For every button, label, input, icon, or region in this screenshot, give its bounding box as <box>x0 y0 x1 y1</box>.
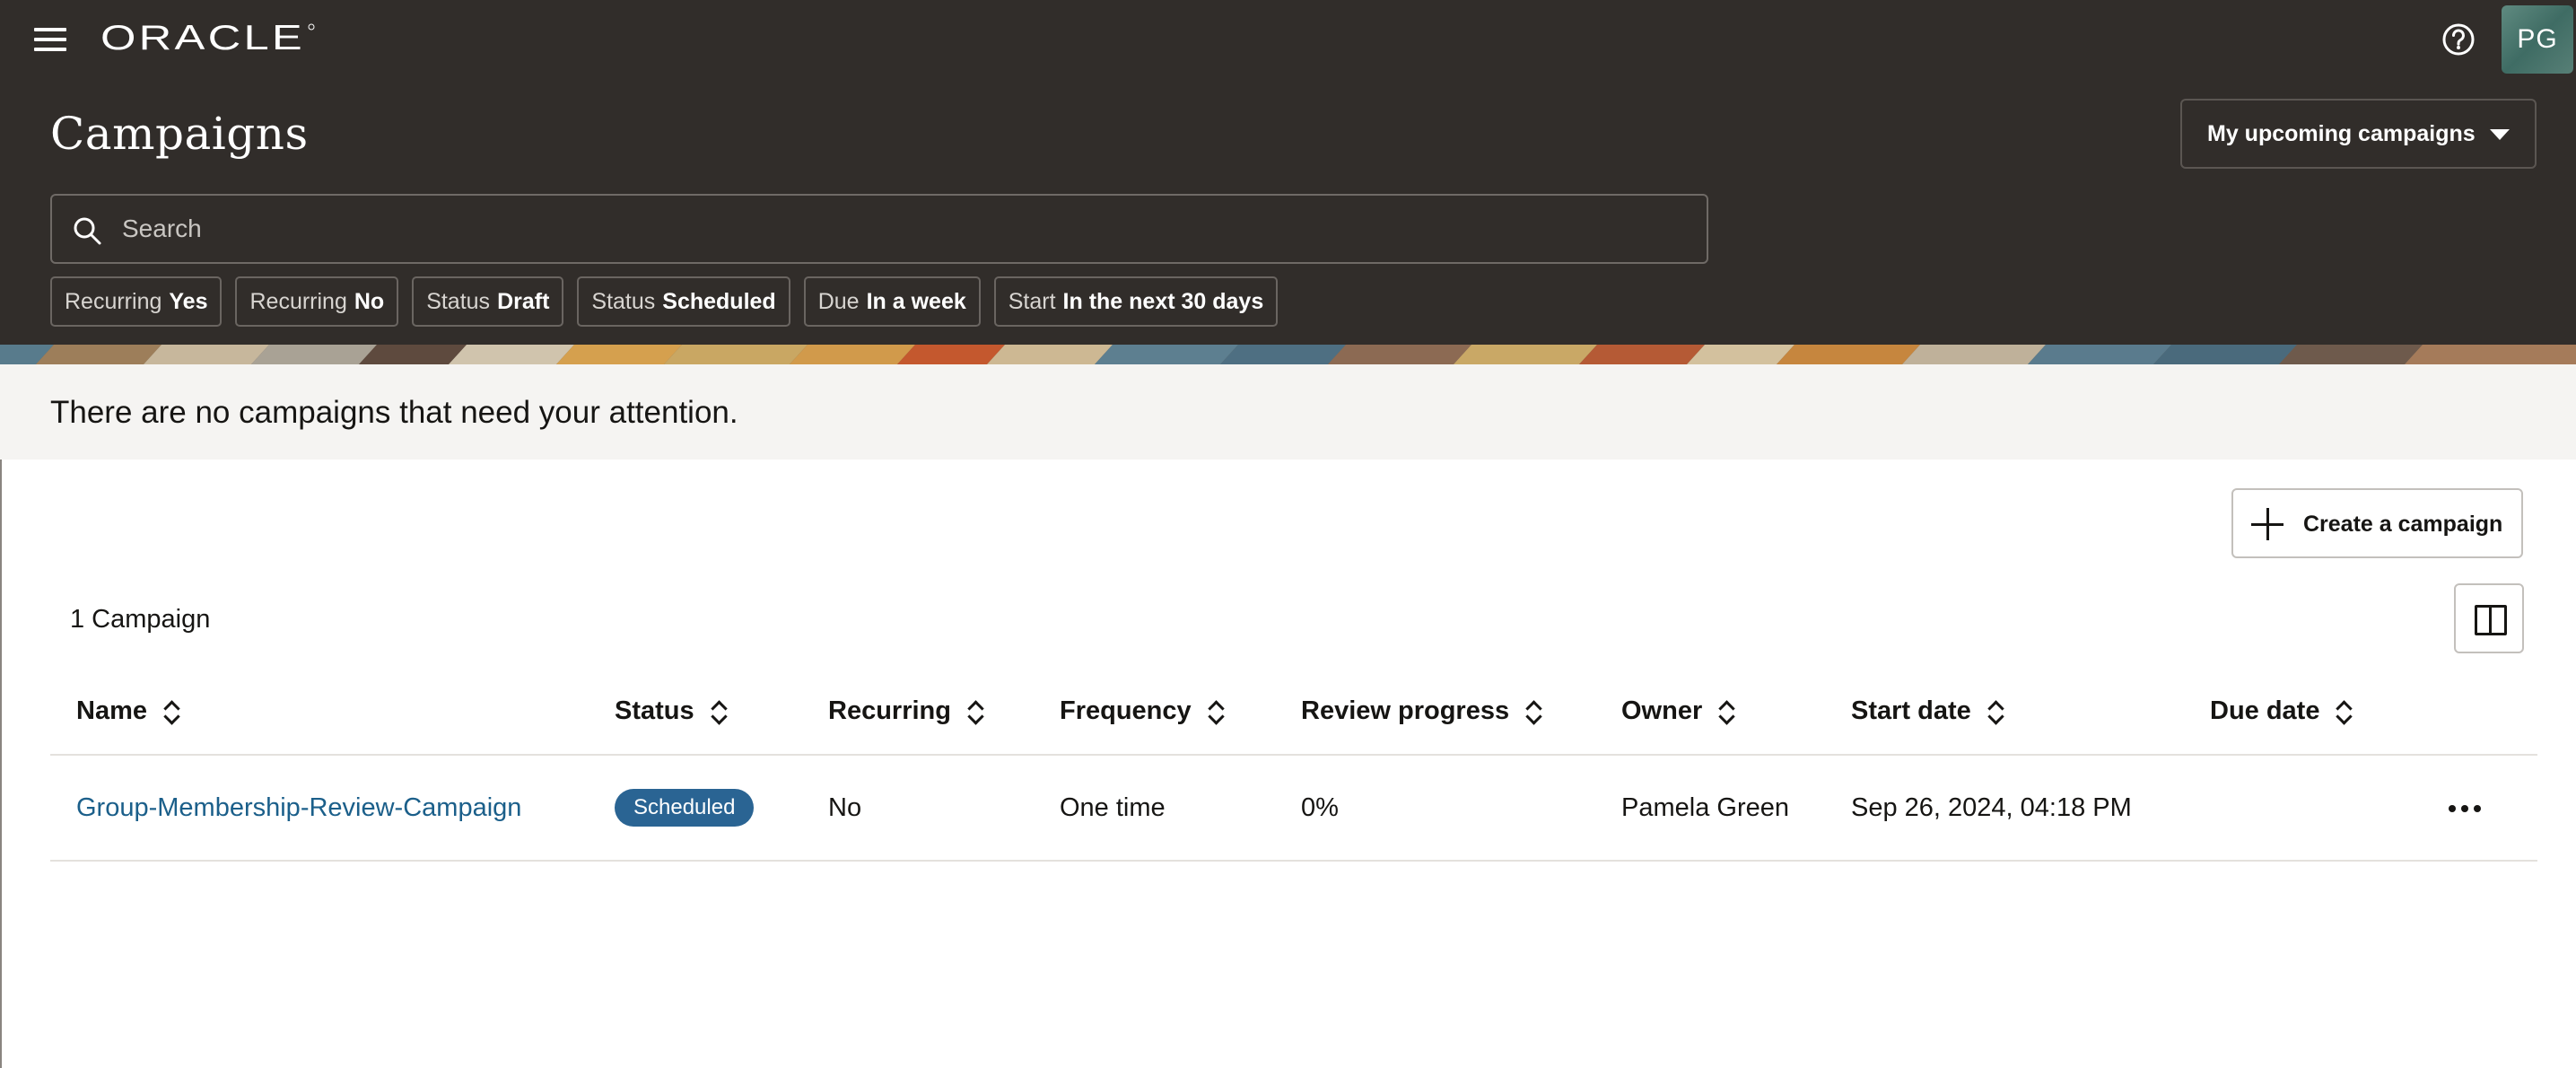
sort-arrows-icon <box>1524 700 1543 723</box>
sort-arrows-icon <box>965 700 985 723</box>
column-header-label: Status <box>615 696 694 725</box>
filter-chip-value: In the next 30 days <box>1062 288 1264 314</box>
column-header-label: Name <box>76 696 147 725</box>
sort-arrows-icon <box>1986 700 2005 723</box>
chevron-down-icon <box>2490 129 2510 140</box>
filter-chip-key: Status <box>426 288 491 314</box>
cell-start-date: Sep 26, 2024, 04:18 PM <box>1851 793 2132 822</box>
column-header-start-date[interactable]: Start date <box>1851 696 2005 726</box>
column-header-label: Due date <box>2210 696 2320 725</box>
column-header-label: Owner <box>1621 696 1703 725</box>
page-header: ORACLE PG Campaigns My upcoming campaign… <box>0 0 2576 345</box>
view-select-dropdown[interactable]: My upcoming campaigns <box>2180 99 2537 169</box>
sort-arrows-icon <box>1716 700 1736 723</box>
filter-chip-start[interactable]: Start In the next 30 days <box>993 276 1279 327</box>
column-header-label: Review progress <box>1301 696 1510 725</box>
column-header-owner[interactable]: Owner <box>1621 696 1736 726</box>
search-icon <box>72 215 102 246</box>
filter-chip-key: Recurring <box>249 288 347 314</box>
column-header-name[interactable]: Name <box>76 696 181 726</box>
sort-arrows-icon <box>1206 700 1226 723</box>
filter-chip-key: Status <box>591 288 656 314</box>
cell-owner: Pamela Green <box>1621 793 1789 822</box>
filter-chip-recurring-yes[interactable]: Recurring Yes <box>50 276 223 327</box>
cell-recurring: No <box>828 793 862 822</box>
filter-chip-due[interactable]: Due In a week <box>803 276 981 327</box>
filter-chip-value: In a week <box>866 288 966 314</box>
attention-banner: There are no campaigns that need your at… <box>0 364 2576 460</box>
view-select-label: My upcoming campaigns <box>2207 120 2476 146</box>
column-header-recurring[interactable]: Recurring <box>828 696 985 726</box>
help-icon[interactable] <box>2437 18 2480 61</box>
column-header-review-progress[interactable]: Review progress <box>1301 696 1543 726</box>
campaign-name-link[interactable]: Group-Membership-Review-Campaign <box>76 793 521 823</box>
filter-chip-value: Scheduled <box>662 288 776 314</box>
panel-split-icon <box>2475 605 2507 635</box>
column-layout-button[interactable] <box>2454 583 2524 653</box>
cell-review-progress: 0% <box>1301 793 1339 822</box>
decorative-pattern-band <box>0 345 2576 364</box>
table-header-divider <box>50 754 2537 756</box>
sort-arrows-icon <box>709 700 729 723</box>
filter-chip-value: Draft <box>497 288 550 314</box>
user-avatar[interactable]: PG <box>2502 5 2573 74</box>
column-header-label: Recurring <box>828 696 951 725</box>
filter-chip-status-scheduled[interactable]: Status Scheduled <box>577 276 790 327</box>
filter-chip-key: Recurring <box>65 288 162 314</box>
filter-chip-value: Yes <box>169 288 208 314</box>
filter-chip-status-draft[interactable]: Status Draft <box>412 276 564 327</box>
filter-chip-recurring-no[interactable]: Recurring No <box>235 276 399 327</box>
column-header-label: Start date <box>1851 696 1971 725</box>
column-header-label: Frequency <box>1060 696 1192 725</box>
campaign-count: 1 Campaign <box>70 605 211 634</box>
status-badge: Scheduled <box>615 789 755 827</box>
filter-chip-value: No <box>354 288 385 314</box>
create-campaign-label: Create a campaign <box>2303 512 2503 537</box>
create-campaign-button[interactable]: Create a campaign <box>2231 488 2523 558</box>
oracle-logo[interactable]: ORACLE <box>100 22 316 54</box>
filter-chip-key: Start <box>1008 288 1056 314</box>
search-field[interactable] <box>50 194 1708 264</box>
plus-icon <box>2251 508 2283 540</box>
more-actions-icon[interactable] <box>2446 790 2484 826</box>
hamburger-menu-icon[interactable] <box>27 20 74 59</box>
column-header-due-date[interactable]: Due date <box>2210 696 2353 726</box>
attention-message: There are no campaigns that need your at… <box>50 395 738 430</box>
sort-arrows-icon <box>2334 700 2353 723</box>
search-input[interactable] <box>122 197 1683 260</box>
page-title: Campaigns <box>50 108 309 160</box>
filter-chips: Recurring Yes Recurring No Status Draft … <box>50 276 1279 327</box>
content-left-border <box>0 460 2 1068</box>
cell-frequency: One time <box>1060 793 1166 822</box>
filter-chip-key: Due <box>817 288 860 314</box>
column-header-frequency[interactable]: Frequency <box>1060 696 1226 726</box>
column-header-status[interactable]: Status <box>615 696 729 726</box>
table-row-divider <box>50 860 2537 862</box>
oracle-logo-text: ORACLE <box>100 22 305 54</box>
sort-arrows-icon <box>162 700 181 723</box>
